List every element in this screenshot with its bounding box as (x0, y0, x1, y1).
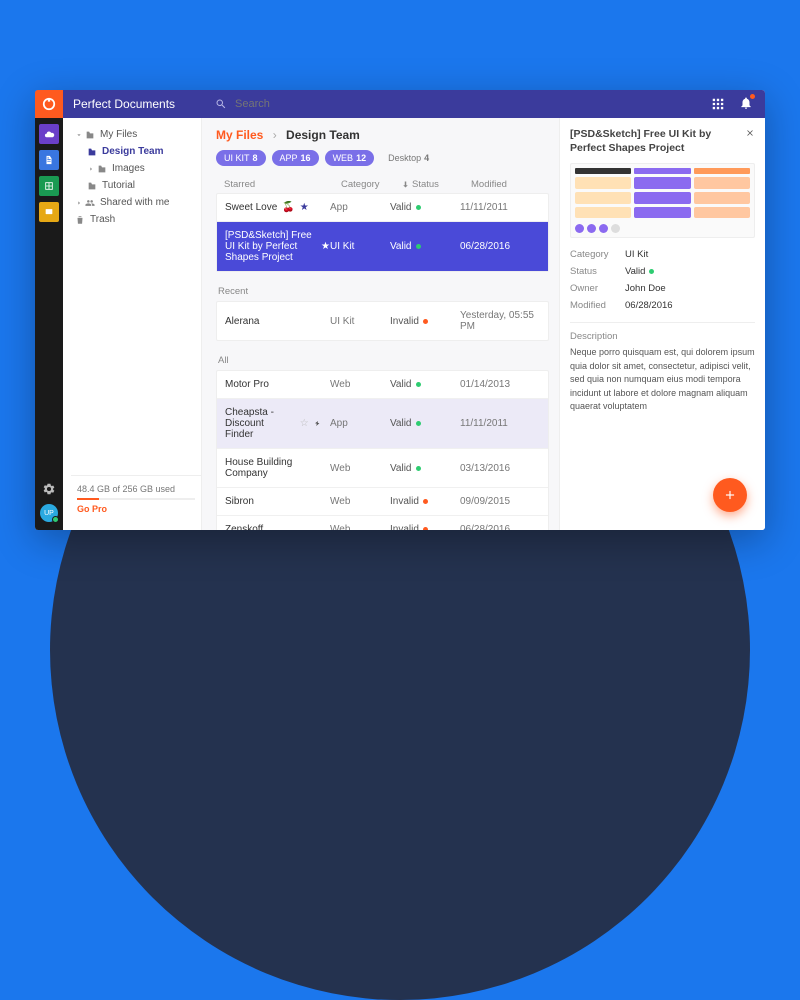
star-icon[interactable]: ★ (300, 202, 309, 213)
star-icon[interactable]: ★ (321, 241, 330, 252)
col-name[interactable]: Starred (224, 179, 341, 190)
tree-my-files[interactable]: My Files (71, 126, 201, 143)
table-row[interactable]: Sweet Love🍒★ App Valid 11/11/2011 (217, 194, 548, 222)
chip-uikit[interactable]: UI KIT8 (216, 150, 266, 166)
chevron-right-icon: › (273, 128, 277, 142)
folder-icon (87, 147, 97, 157)
close-icon[interactable] (745, 128, 755, 138)
section-recent: Recent (216, 280, 559, 301)
table-row-selected[interactable]: [PSD&Sketch] Free UI Kit by Perfect Shap… (217, 222, 548, 271)
cherry-icon: 🍒 (282, 202, 294, 213)
description-heading: Description (570, 322, 755, 342)
table-row[interactable]: House Building Company Web Valid 03/13/2… (217, 449, 548, 488)
col-status[interactable]: Status (401, 179, 471, 190)
notification-dot (750, 94, 755, 99)
col-modified[interactable]: Modified (471, 179, 551, 190)
all-list: Motor Pro Web Valid 01/14/2013 Cheapsta … (216, 370, 549, 530)
user-avatar[interactable]: UP (40, 504, 58, 522)
folder-icon (97, 164, 107, 174)
table-row[interactable]: Cheapsta - Discount Finder☆ App Valid 11… (217, 399, 548, 449)
description-text: Neque porro quisquam est, qui dolorem ip… (570, 346, 755, 414)
storage-widget: 48.4 GB of 256 GB used Go Pro (71, 475, 201, 522)
folder-icon (85, 130, 95, 140)
chevron-right-icon (87, 165, 95, 173)
go-pro-link[interactable]: Go Pro (77, 504, 195, 514)
star-outline-icon[interactable]: ☆ (300, 418, 309, 429)
main-content: My Files › Design Team UI KIT8 APP16 WEB… (202, 118, 559, 530)
rail-sheet[interactable] (39, 176, 59, 196)
trash-icon (75, 215, 85, 225)
plus-icon (723, 488, 737, 502)
chip-web[interactable]: WEB12 (325, 150, 375, 166)
search-icon (215, 98, 227, 110)
chip-app[interactable]: APP16 (272, 150, 319, 166)
table-row[interactable]: Alerana UI Kit Invalid Yesterday, 05:55 … (217, 302, 548, 340)
section-all: All (216, 349, 559, 370)
starred-list: Sweet Love🍒★ App Valid 11/11/2011 [PSD&S… (216, 193, 549, 272)
search-input[interactable] (233, 97, 379, 111)
settings-icon[interactable] (42, 482, 56, 496)
apps-icon[interactable] (711, 97, 725, 111)
folder-tree: My Files Design Team Images Tutorial Sha… (63, 118, 202, 530)
titlebar: Perfect Documents (35, 90, 765, 118)
app-title: Perfect Documents (73, 97, 175, 111)
chevron-down-icon (75, 131, 83, 139)
table-row[interactable]: Zenskoff Web Invalid 06/28/2016 (217, 516, 548, 530)
rail-slide[interactable] (39, 202, 59, 222)
storage-label: 48.4 GB of 256 GB used (77, 484, 195, 494)
tree-design-team[interactable]: Design Team (83, 143, 201, 160)
filter-chips: UI KIT8 APP16 WEB12 Desktop4 (216, 150, 559, 166)
search-wrap[interactable] (215, 97, 711, 111)
app-logo (35, 90, 63, 118)
tree-tutorial[interactable]: Tutorial (83, 177, 201, 194)
cursor-icon (314, 418, 320, 429)
crumb-current: Design Team (286, 128, 360, 142)
details-title: [PSD&Sketch] Free UI Kit by Perfect Shap… (570, 128, 745, 155)
tree-trash[interactable]: Trash (71, 211, 201, 228)
preview-thumbnail (570, 163, 755, 238)
sort-arrow-icon (401, 180, 410, 189)
fab-add-button[interactable] (713, 478, 747, 512)
column-headers: Starred Category Status Modified (216, 176, 559, 193)
rail-cloud[interactable] (39, 124, 59, 144)
folder-icon (87, 181, 97, 191)
table-row[interactable]: Motor Pro Web Valid 01/14/2013 (217, 371, 548, 399)
col-category[interactable]: Category (341, 179, 401, 190)
rail-doc[interactable] (39, 150, 59, 170)
nav-rail: UP (35, 118, 63, 530)
table-row[interactable]: Sibron Web Invalid 09/09/2015 (217, 488, 548, 516)
details-panel: [PSD&Sketch] Free UI Kit by Perfect Shap… (559, 118, 765, 530)
crumb-root[interactable]: My Files (216, 128, 263, 142)
tree-images[interactable]: Images (83, 160, 201, 177)
chip-desktop[interactable]: Desktop4 (380, 150, 437, 166)
app-window: Perfect Documents UP (35, 90, 765, 530)
tree-shared[interactable]: Shared with me (71, 194, 201, 211)
people-icon (85, 198, 95, 208)
recent-list: Alerana UI Kit Invalid Yesterday, 05:55 … (216, 301, 549, 341)
chevron-right-icon (75, 199, 83, 207)
breadcrumb: My Files › Design Team (216, 128, 559, 142)
notifications-button[interactable] (739, 96, 753, 113)
